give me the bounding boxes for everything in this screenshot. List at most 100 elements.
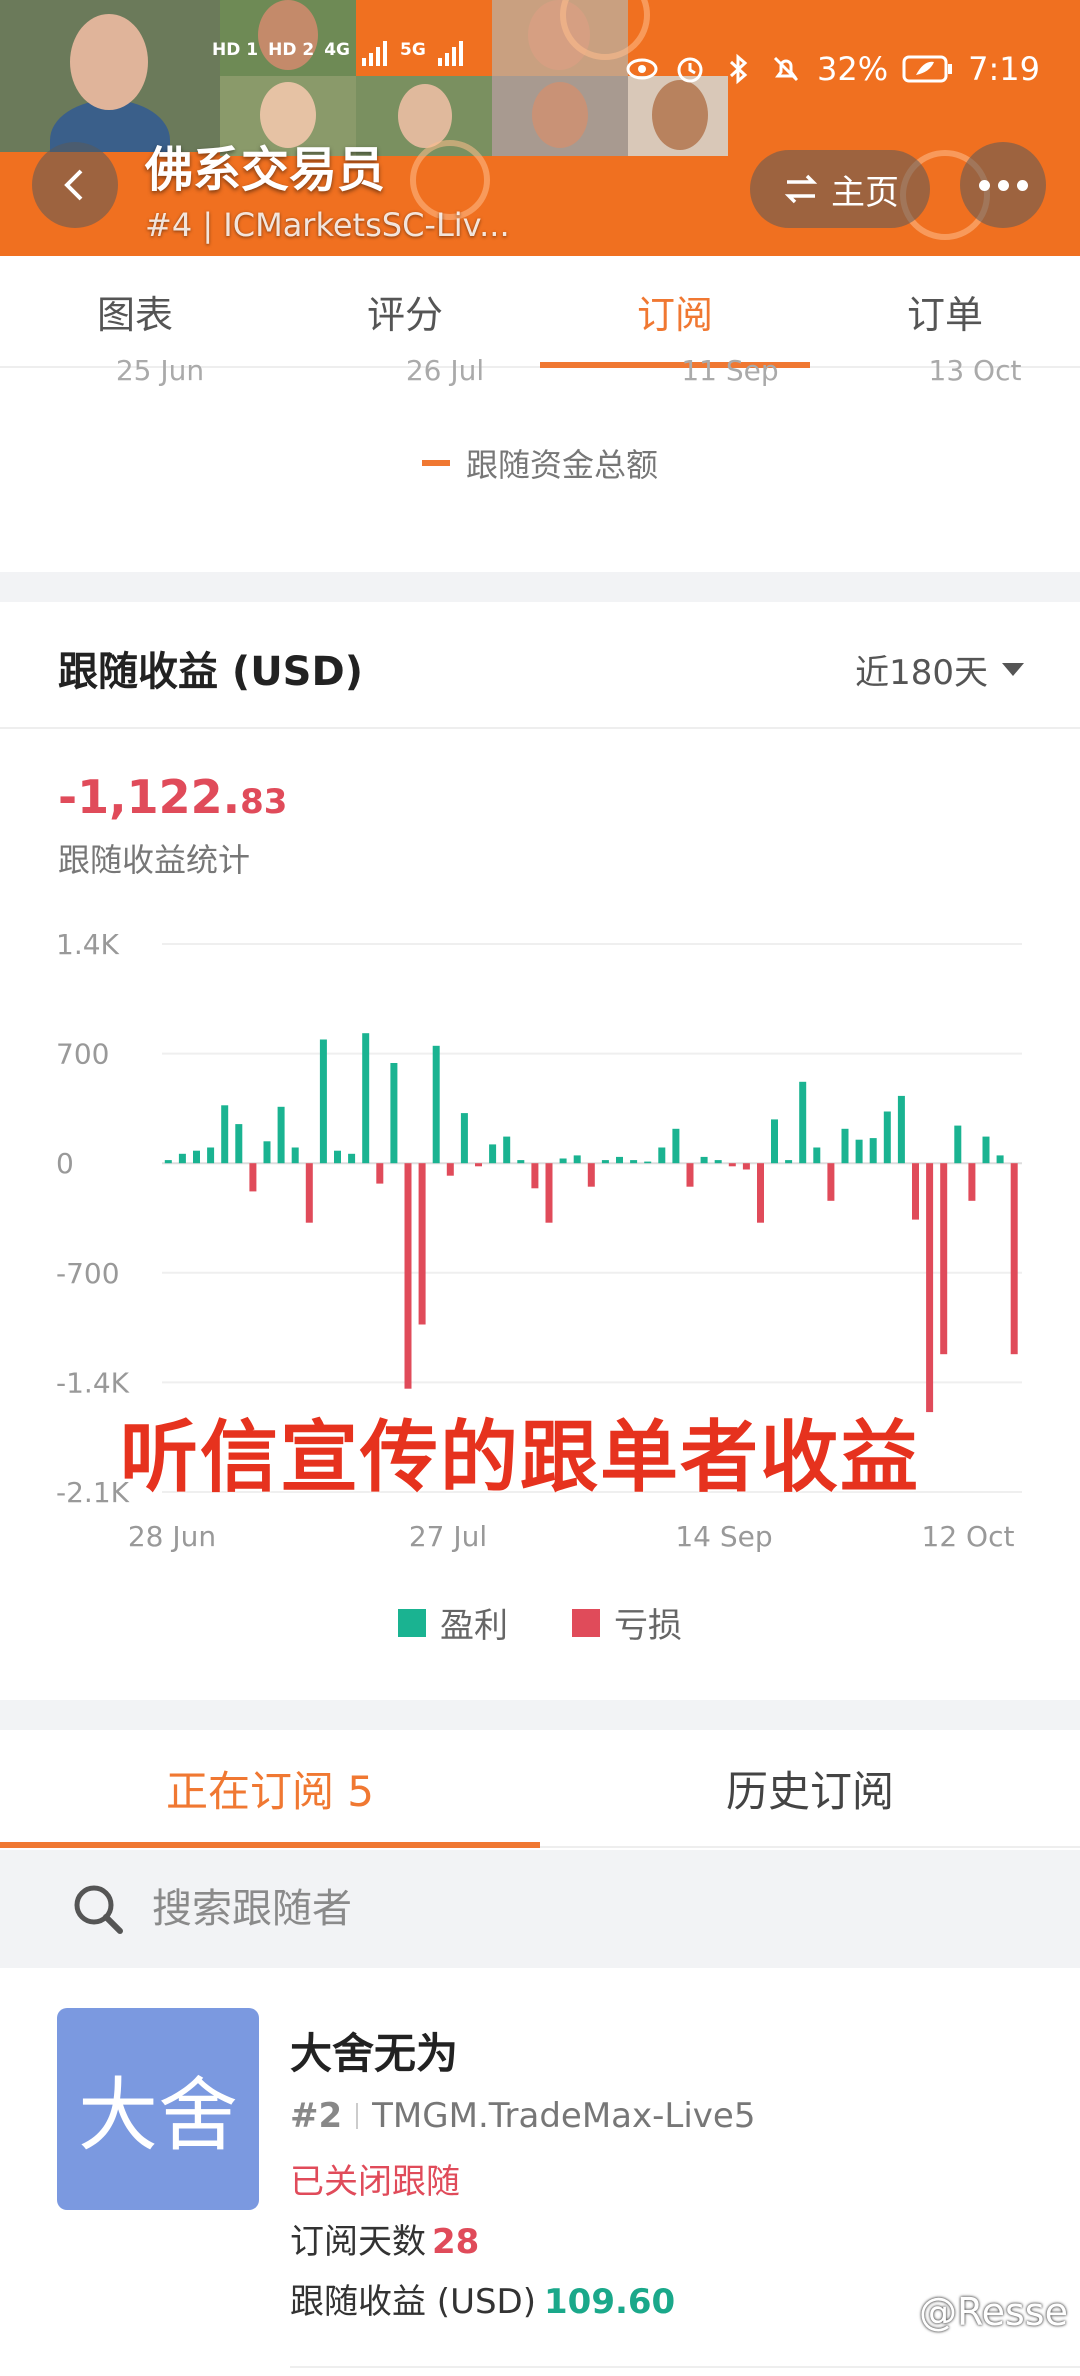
divider	[290, 2366, 1080, 2368]
mute-bell-icon	[773, 56, 799, 82]
x-tick-label: 27 Jul	[409, 1520, 487, 1553]
more-button[interactable]	[960, 142, 1046, 228]
profit-bar	[954, 1125, 962, 1164]
top-chart-legend: 跟随资金总额	[0, 440, 1080, 486]
tab-subscription[interactable]: 订阅	[540, 256, 810, 368]
subscription-tabs: 正在订阅 5 历史订阅	[0, 1730, 1080, 1848]
y-axis-ticks: 1.4K 700 0 -700 -1.4K -2.1K	[56, 928, 130, 1509]
profit-bar	[714, 1160, 722, 1164]
loss-bar	[404, 1163, 412, 1389]
clock-time: 7:19	[968, 50, 1040, 88]
avatar: 大舍	[57, 2008, 259, 2210]
more-dots-icon	[1016, 179, 1028, 191]
caret-down-icon	[1002, 663, 1024, 676]
loss-bar	[249, 1163, 257, 1192]
profit-bar	[207, 1147, 215, 1164]
tab-orders[interactable]: 订单	[810, 256, 1080, 366]
follower-account: #2 TMGM.TradeMax-Live5	[290, 2096, 755, 2136]
profit-bar	[460, 1113, 468, 1164]
section-divider	[0, 572, 1080, 602]
profit-bar	[291, 1147, 299, 1164]
y-tick-label: 0	[56, 1147, 74, 1180]
income-label: 跟随收益 (USD)	[290, 2282, 536, 2322]
chevron-left-icon	[64, 169, 83, 201]
tab-rating[interactable]: 评分	[270, 256, 540, 366]
profit-bar	[672, 1128, 680, 1164]
profit-bar	[785, 1160, 793, 1164]
profit-bar	[178, 1153, 186, 1164]
more-dots-icon	[997, 179, 1009, 191]
legend-swatch	[421, 460, 450, 466]
search-input[interactable]	[152, 1886, 952, 1932]
header-banner: HD 1 HD 2 4G 5G 32% 7:19 佛系交易员 #4 | ICMa…	[0, 0, 1080, 256]
trader-title-block: 佛系交易员 #4 | ICMarketsSC-Liv...	[145, 130, 510, 244]
divider	[356, 2103, 359, 2129]
loss-bar	[376, 1163, 384, 1184]
profit-bar	[263, 1141, 271, 1164]
profit-bar	[573, 1155, 581, 1164]
profit-bar	[164, 1160, 172, 1164]
days-value: 28	[432, 2222, 480, 2262]
x-tick-label: 25 Jun	[115, 354, 205, 387]
section-divider	[0, 1700, 1080, 1730]
profit-bar	[616, 1156, 623, 1164]
network-label: HD 1	[212, 40, 259, 60]
alarm-icon	[677, 57, 703, 83]
bluetooth-icon	[729, 53, 748, 85]
profit-bar	[982, 1136, 990, 1164]
profit-bar	[334, 1150, 341, 1164]
income-total-label: 跟随收益统计	[58, 841, 251, 879]
top-chart-x-axis: 25 Jun 26 Jul 11 Sep 13 Oct	[0, 354, 1080, 390]
profit-bar	[771, 1119, 778, 1164]
income-title: 跟随收益 (USD)	[58, 649, 363, 695]
loss-bar	[912, 1163, 919, 1220]
network-label: 4G	[324, 40, 350, 60]
overlay-caption: 听信宣传的跟单者收益	[120, 1413, 921, 1503]
legend-swatch	[572, 1608, 600, 1637]
profit-bar	[559, 1158, 567, 1164]
profit-bar	[489, 1144, 497, 1164]
swap-icon	[784, 174, 818, 204]
profit-bar	[883, 1111, 891, 1164]
follower-income: 跟随收益 (USD) 109.60	[290, 2274, 675, 2323]
profit-bar	[503, 1136, 511, 1164]
status-badge: 已关闭跟随	[290, 2162, 460, 2202]
loss-bar	[728, 1163, 736, 1167]
nav-row: 佛系交易员 #4 | ICMarketsSC-Liv... 主页	[0, 130, 1080, 244]
x-axis-ticks: 28 Jun 27 Jul 14 Sep 12 Oct	[128, 1520, 1015, 1553]
loss-bar	[1010, 1163, 1018, 1355]
loss-bar	[418, 1163, 426, 1325]
follower-server: TMGM.TradeMax-Live5	[372, 2096, 756, 2136]
income-total-dec: 83	[240, 782, 288, 822]
profit-bar	[277, 1106, 285, 1164]
tab-history-subscriptions[interactable]: 历史订阅	[540, 1730, 1080, 1846]
network-indicators: HD 1 HD 2 4G 5G	[212, 40, 466, 66]
profit-bar	[813, 1147, 821, 1164]
back-button[interactable]	[32, 142, 118, 228]
profit-bar	[432, 1045, 440, 1164]
y-tick-label: 1.4K	[56, 928, 120, 961]
search-icon	[74, 1885, 123, 1934]
tab-active-subscriptions[interactable]: 正在订阅 5	[0, 1730, 540, 1848]
profit-bar	[658, 1147, 666, 1164]
system-indicators: 32% 7:19	[625, 50, 1040, 88]
home-button[interactable]: 主页	[750, 150, 930, 228]
follower-rank: #2	[290, 2096, 343, 2136]
loss-bar	[446, 1163, 454, 1176]
y-tick-label: -700	[56, 1257, 120, 1290]
profit-bar	[897, 1095, 905, 1164]
period-dropdown[interactable]: 近180天	[855, 645, 1024, 694]
profit-bar	[630, 1160, 638, 1164]
profit-bar	[869, 1138, 877, 1164]
y-tick-label: -2.1K	[56, 1476, 130, 1509]
profit-bar	[193, 1150, 200, 1164]
tab-chart[interactable]: 图表	[0, 256, 270, 366]
income-total-int: -1,122.	[58, 770, 241, 824]
profit-bar	[855, 1139, 863, 1164]
battery-percent: 32%	[817, 50, 889, 88]
profit-bar	[841, 1128, 849, 1164]
income-chart-legend: 盈利 亏损	[0, 1598, 1080, 1647]
loss-bar	[531, 1163, 539, 1189]
battery-icon	[902, 55, 953, 83]
trader-name: 佛系交易员	[145, 142, 386, 198]
